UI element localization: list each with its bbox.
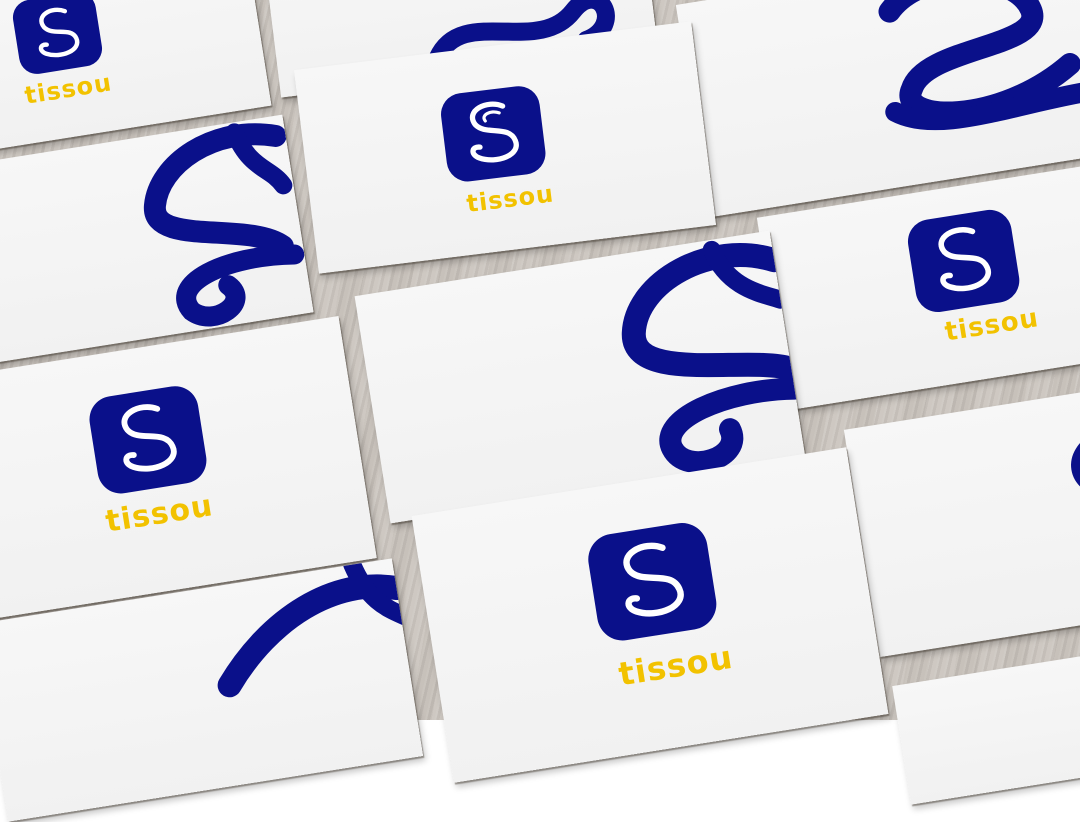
squiggle-pattern xyxy=(1071,431,1080,499)
tissou-logo-icon xyxy=(12,0,103,74)
tissou-logo-icon xyxy=(907,209,1020,313)
squiggle-pattern xyxy=(878,0,1080,131)
tissou-wordmark: tissou xyxy=(615,637,736,694)
tissou-logo-icon xyxy=(89,386,207,494)
wooden-table-background: tissou tissou tissou tissou tissou xyxy=(0,0,1080,822)
tissou-wordmark: tissou xyxy=(464,179,556,218)
business-card-pattern-right-edge xyxy=(843,382,1080,658)
business-card-bottom-right xyxy=(892,645,1080,805)
squiggle-pattern xyxy=(143,123,305,327)
tissou-logo-icon xyxy=(441,86,546,182)
tissou-logo-icon xyxy=(588,523,717,641)
